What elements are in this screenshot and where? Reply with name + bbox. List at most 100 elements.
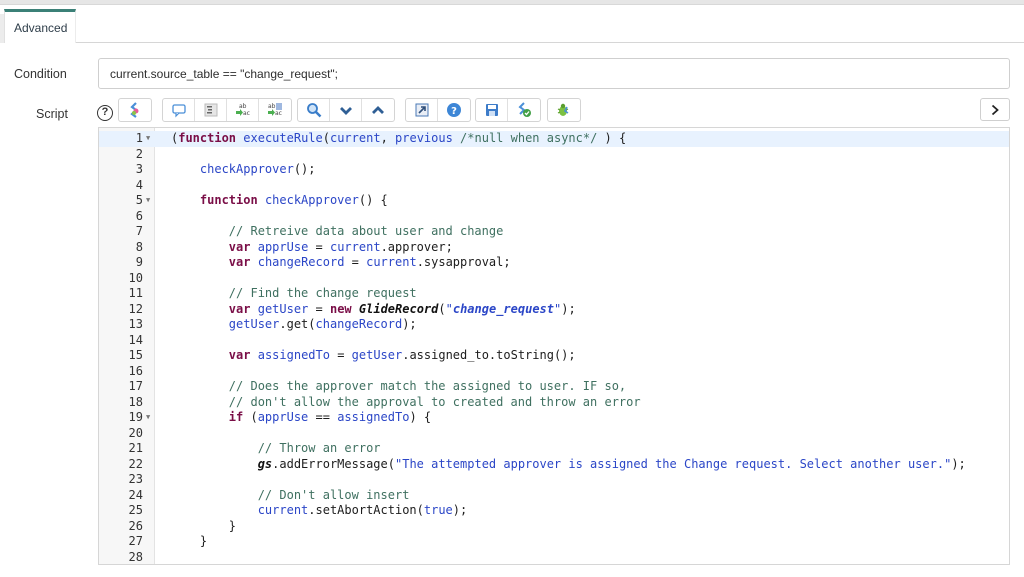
code-line[interactable]: 10 bbox=[99, 271, 1009, 287]
line-number: 7 bbox=[135, 224, 143, 238]
line-number: 13 bbox=[128, 317, 143, 331]
line-number: 26 bbox=[128, 518, 143, 533]
line-number: 19 bbox=[128, 410, 143, 424]
line-number: 1 bbox=[99, 131, 143, 147]
comment-icon bbox=[171, 104, 186, 118]
toolbar-group-save bbox=[475, 98, 541, 122]
code-line[interactable]: 27 } bbox=[99, 534, 1009, 550]
code-lines: 1 ▼ (function executeRule(current, previou… bbox=[99, 131, 1009, 565]
fold-arrow-icon[interactable]: ▼ bbox=[146, 193, 150, 209]
code-line[interactable]: 4 bbox=[99, 178, 1009, 194]
line-number: 10 bbox=[128, 270, 143, 285]
replace-button[interactable]: ab ac bbox=[227, 99, 259, 121]
code-line[interactable]: 20 bbox=[99, 426, 1009, 442]
line-number: 17 bbox=[128, 379, 143, 393]
script-label: Script bbox=[36, 107, 68, 121]
script-include-button[interactable] bbox=[119, 99, 151, 121]
code-line[interactable]: 16 bbox=[99, 364, 1009, 380]
line-number: 28 bbox=[128, 549, 143, 564]
line-number: 15 bbox=[128, 348, 143, 362]
code-text: var changeRecord = current.sysapproval; bbox=[228, 255, 511, 269]
line-number: 20 bbox=[128, 425, 143, 440]
line-number: 25 bbox=[128, 503, 143, 517]
code-line[interactable]: 19 ▼ if (apprUse == assignedTo) { bbox=[99, 410, 1009, 426]
code-line[interactable]: 14 bbox=[99, 333, 1009, 349]
find-next-icon bbox=[339, 107, 352, 115]
find-previous-icon bbox=[372, 106, 384, 114]
code-line[interactable]: 17 // Does the approver match the assign… bbox=[99, 379, 1009, 395]
validate-script-icon bbox=[518, 102, 531, 117]
code-text: if (apprUse == assignedTo) { bbox=[228, 410, 432, 424]
code-line[interactable]: 25 current.setAbortAction(true); bbox=[99, 503, 1009, 519]
code-text: current.setAbortAction(true); bbox=[257, 503, 468, 517]
code-text: function checkApprover() { bbox=[199, 193, 388, 207]
code-line[interactable]: 9 var changeRecord = current.sysapproval… bbox=[99, 255, 1009, 271]
save-button[interactable] bbox=[476, 99, 508, 121]
code-text: // Does the approver match the assigned … bbox=[228, 379, 627, 393]
code-text: // don't allow the approval to created a… bbox=[228, 394, 641, 409]
svg-text:?: ? bbox=[451, 106, 457, 117]
code-line[interactable]: 23 bbox=[99, 472, 1009, 488]
code-text: // Retreive data about user and change bbox=[228, 224, 504, 238]
svg-text:ab: ab bbox=[268, 103, 276, 110]
open-external-button[interactable] bbox=[406, 99, 438, 121]
question-circle-icon[interactable]: ? bbox=[97, 105, 113, 121]
svg-text:ac: ac bbox=[243, 110, 250, 117]
replace-all-button[interactable]: ab ac bbox=[259, 99, 291, 121]
validate-script-button[interactable] bbox=[508, 99, 540, 121]
svg-text:ac: ac bbox=[275, 110, 282, 117]
help-icon: ? bbox=[447, 103, 461, 117]
line-number: 24 bbox=[128, 487, 143, 502]
code-line[interactable]: 6 bbox=[99, 209, 1009, 225]
code-text: var apprUse = current.approver; bbox=[228, 239, 453, 254]
line-number: 27 bbox=[128, 534, 143, 548]
help-button[interactable]: ? bbox=[438, 99, 470, 121]
code-line[interactable]: 13 getUser.get(changeRecord); bbox=[99, 317, 1009, 333]
toolbar-group-script bbox=[118, 98, 152, 122]
code-line[interactable]: 8 var apprUse = current.approver; bbox=[99, 240, 1009, 256]
replace-all-icon: abac bbox=[268, 103, 282, 117]
code-line[interactable]: 1 ▼ (function executeRule(current, previou… bbox=[99, 131, 1009, 147]
debug-button[interactable] bbox=[548, 99, 580, 121]
condition-input[interactable]: current.source_table == "change_request"… bbox=[98, 58, 1010, 89]
search-icon bbox=[306, 103, 321, 118]
script-editor[interactable]: 1 ▼ (function executeRule(current, previou… bbox=[98, 127, 1010, 565]
find-next-button[interactable] bbox=[330, 99, 362, 121]
code-text: getUser.get(changeRecord); bbox=[228, 317, 417, 331]
line-number: 16 bbox=[128, 363, 143, 378]
line-number: 5 bbox=[135, 193, 143, 207]
format-code-button[interactable] bbox=[195, 99, 227, 121]
code-line[interactable]: 26 } bbox=[99, 519, 1009, 535]
line-number: 4 bbox=[135, 177, 143, 192]
code-line[interactable]: 7 // Retreive data about user and change bbox=[99, 224, 1009, 240]
expand-button[interactable] bbox=[980, 98, 1010, 121]
open-external-icon bbox=[415, 103, 428, 117]
code-line[interactable]: 5 ▼ function checkApprover() { bbox=[99, 193, 1009, 209]
code-line[interactable]: 28 bbox=[99, 549, 1009, 565]
code-line[interactable]: 15 var assignedTo = getUser.assigned_to.… bbox=[99, 348, 1009, 364]
code-text: } bbox=[171, 518, 237, 533]
script-include-icon bbox=[130, 102, 139, 118]
code-line[interactable]: 21 // Throw an error bbox=[99, 441, 1009, 457]
code-line[interactable]: 24 // Don't allow insert bbox=[99, 488, 1009, 504]
code-line[interactable]: 2 bbox=[99, 147, 1009, 163]
tab-advanced[interactable]: Advanced bbox=[4, 9, 76, 43]
line-number: 6 bbox=[135, 208, 143, 223]
comment-button[interactable] bbox=[163, 99, 195, 121]
fold-arrow-icon[interactable]: ▼ bbox=[146, 131, 150, 147]
line-number: 12 bbox=[128, 301, 143, 316]
svg-text:ab: ab bbox=[239, 103, 247, 110]
replace-icon: abac bbox=[235, 103, 250, 117]
search-button[interactable] bbox=[298, 99, 330, 121]
code-text: // Don't allow insert bbox=[257, 487, 410, 502]
code-line[interactable]: 18 // don't allow the approval to create… bbox=[99, 395, 1009, 411]
toolbar-group-edit: ab ac ab ac bbox=[162, 98, 292, 122]
code-line[interactable]: 3 checkApprover(); bbox=[99, 162, 1009, 178]
code-line[interactable]: 12 var getUser = new GlideRecord("change… bbox=[99, 302, 1009, 318]
code-line[interactable]: 11 // Find the change request bbox=[99, 286, 1009, 302]
code-line[interactable]: 22 gs.addErrorMessage("The attempted app… bbox=[99, 457, 1009, 473]
code-text: } bbox=[171, 534, 208, 548]
toolbar-group-search bbox=[297, 98, 395, 122]
find-previous-button[interactable] bbox=[362, 99, 394, 121]
fold-arrow-icon[interactable]: ▼ bbox=[146, 410, 150, 426]
